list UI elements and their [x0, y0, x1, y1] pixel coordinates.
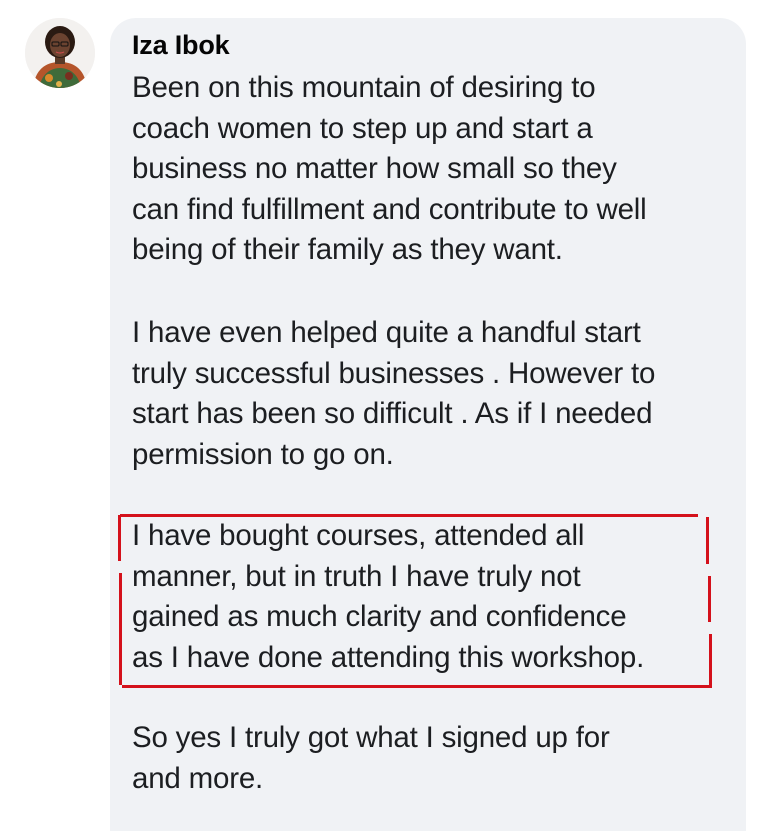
- comment-paragraph-2: I have even helped quite a handful start…: [132, 316, 656, 471]
- highlight-box-right-lower: [709, 634, 712, 687]
- comment-author-name[interactable]: Iza Ibok: [132, 30, 230, 61]
- highlight-box-left-lower: [119, 573, 122, 685]
- highlight-box-top: [120, 514, 698, 517]
- highlight-box-right-middle: [708, 576, 711, 622]
- comment-screenshot: Iza Ibok Been on this mountain of desiri…: [0, 0, 768, 831]
- comment-paragraph-3-highlighted: I have bought courses, attended all mann…: [132, 519, 645, 674]
- comment-paragraph-4: So yes I truly got what I signed up for …: [132, 721, 610, 795]
- highlight-box-right-upper: [706, 517, 709, 564]
- comment-paragraph-1: Been on this mountain of desiring to coa…: [132, 71, 647, 266]
- highlight-box-bottom: [122, 685, 712, 688]
- highlight-box-left-upper: [118, 515, 121, 561]
- avatar[interactable]: [25, 18, 95, 88]
- profile-photo-icon: [25, 18, 95, 88]
